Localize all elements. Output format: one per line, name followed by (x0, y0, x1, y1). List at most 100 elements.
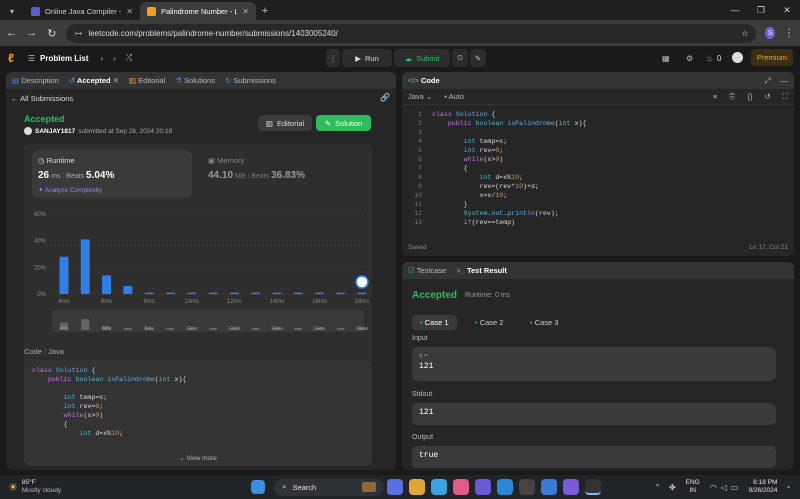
site-info-icon[interactable]: ⊶ (74, 29, 82, 38)
edge-icon[interactable] (497, 479, 514, 495)
format-icon[interactable]: ≡ (713, 92, 717, 101)
bookmark-star-icon[interactable]: ☆ (741, 29, 748, 38)
layout-icon[interactable]: ▦ (662, 54, 670, 63)
teams-icon[interactable] (475, 479, 492, 495)
profile-avatar[interactable]: S (765, 27, 775, 39)
windows-start-icon[interactable] (251, 480, 266, 494)
solution-button[interactable]: ✎ Solution (316, 115, 371, 131)
streak-fire-icon[interactable]: ♨ (706, 54, 713, 63)
forward-arrow-icon[interactable]: → (26, 27, 37, 39)
case-2-button[interactable]: • Case 2 (467, 315, 512, 330)
dropbox-icon[interactable]: ✤ (669, 483, 676, 492)
view-more-button[interactable]: ⌄ View more (24, 454, 372, 462)
analyze-complexity-link[interactable]: ✦ Analyze Complexity (38, 186, 102, 194)
close-icon[interactable]: ✕ (242, 7, 249, 16)
minimize-icon[interactable]: — (722, 0, 748, 20)
username-link[interactable]: SANJAY1817 (35, 128, 75, 135)
maximize-icon[interactable]: ❐ (748, 0, 774, 20)
leetcode-logo-icon[interactable]: ℓ (8, 51, 14, 65)
fullscreen-icon[interactable]: ⛶ (783, 92, 788, 102)
copilot-icon[interactable] (453, 479, 470, 495)
x-tick-label: 8ms (143, 299, 154, 305)
browser-tab-compiler[interactable]: Online Java Compiler - Program ✕ (24, 2, 140, 20)
tab-submissions[interactable]: ↻ Submissions (225, 76, 276, 85)
debug-icon[interactable]: ⋮ (326, 49, 340, 67)
prev-problem-icon[interactable]: ‹ (101, 54, 104, 63)
minimize-panel-icon[interactable]: — (781, 76, 789, 85)
tab-solutions[interactable]: ⚗ Solutions (175, 76, 215, 85)
code-line: { (432, 165, 468, 172)
close-icon[interactable]: ✕ (113, 76, 119, 85)
battery-icon[interactable]: ▭ (731, 483, 739, 492)
wifi-icon[interactable]: ◠ (710, 483, 717, 492)
submissions-icon: ↻ (224, 76, 232, 85)
app-icon[interactable] (541, 479, 558, 495)
accepted-status: Accepted (24, 114, 65, 124)
code-tab[interactable]: </> Code (408, 76, 440, 85)
user-avatar[interactable] (732, 52, 743, 63)
share-link-icon[interactable]: 🔗 (380, 93, 390, 102)
braces-icon[interactable]: {} (747, 92, 752, 101)
language-select[interactable]: Java ⌄ (408, 92, 432, 101)
line-number: 2 (418, 120, 422, 127)
problem-list-link[interactable]: Problem List (40, 54, 88, 63)
window-close-icon[interactable]: ✕ (774, 0, 800, 20)
file-explorer-icon[interactable] (409, 479, 426, 495)
tray-chevron-icon[interactable]: ⌃ (654, 483, 661, 492)
weather-widget[interactable]: 85°F Mostly cloudy (22, 479, 61, 495)
bar (80, 239, 90, 294)
cursor-position: Ln 17, Col 21 (749, 244, 788, 251)
submit-button[interactable]: ☁ Submit (394, 49, 450, 67)
volume-icon[interactable]: ◁ (721, 483, 727, 492)
edge-browser-icon[interactable] (431, 479, 448, 495)
tab-testcase[interactable]: ☑ Testcase (408, 266, 446, 275)
back-arrow-icon[interactable]: ← (6, 27, 17, 39)
language-indicator[interactable]: ENG IN (686, 479, 700, 495)
case-1-button[interactable]: • Case 1 (412, 315, 457, 330)
reset-icon[interactable]: ↺ (764, 92, 770, 101)
tab-search-icon[interactable]: ▾ (0, 2, 24, 20)
store-icon[interactable] (519, 479, 536, 495)
clock[interactable]: 8:18 PM 9/26/2024 (748, 479, 777, 495)
tab-test-result[interactable]: >_ Test Result (456, 266, 507, 275)
note-icon[interactable]: ✎ (470, 49, 486, 67)
tab-accepted[interactable]: ↺ Accepted ✕ (69, 76, 119, 85)
runtime-card[interactable]: ◷ Runtime 26 ms | Beats 5.04% ✦ Analyze … (32, 150, 192, 198)
editor-header: </> Code ⤢ — (402, 72, 794, 89)
next-problem-icon[interactable]: › (113, 54, 116, 63)
tab-description[interactable]: ▤ Description (12, 76, 59, 85)
settings-gear-icon[interactable]: ⚙ (686, 54, 693, 63)
x-tick-label: 18ms (355, 299, 370, 305)
shuffle-icon[interactable]: ⤮ (126, 53, 132, 63)
premium-button[interactable]: Premium (751, 49, 793, 66)
chrome-icon[interactable] (585, 479, 602, 495)
auto-mode[interactable]: ▪ Auto (444, 92, 464, 101)
code-editor[interactable]: class Solution { public boolean isPalind… (432, 110, 586, 227)
visual-studio-icon[interactable] (563, 479, 580, 495)
y-tick-label: 40% (34, 239, 47, 245)
description-icon: ▤ (12, 76, 20, 85)
all-submissions-link[interactable]: ← All Submissions (11, 94, 73, 103)
code-line: while(x>0) (463, 156, 504, 163)
reload-icon[interactable]: ↻ (46, 27, 57, 40)
memory-label[interactable]: ▣ Memory (208, 156, 244, 165)
code-preview-block: class Solution { public boolean isPalind… (24, 360, 372, 466)
run-button[interactable]: ▶ Run (342, 49, 392, 67)
bookmark-icon[interactable]: ⎘ (729, 92, 735, 102)
close-icon[interactable]: ✕ (126, 7, 133, 16)
taskbar-search[interactable]: ⌕ Search (274, 478, 385, 496)
line-number: 11 (414, 201, 422, 208)
weather-icon[interactable]: ☀ (8, 481, 18, 494)
new-tab-plus-icon[interactable]: + (256, 2, 274, 20)
timer-icon[interactable]: ⏲ (452, 49, 468, 67)
editorial-button[interactable]: ▥ Editorial (258, 115, 312, 131)
url-field[interactable]: ⊶ leetcode.com/problems/palindrome-numbe… (66, 23, 757, 43)
compiler-favicon-icon (31, 6, 40, 16)
browser-tab-leetcode[interactable]: Palindrome Number - LeetCode ✕ (140, 2, 256, 20)
browser-menu-icon[interactable]: ⋮ (784, 28, 794, 39)
chat-app-icon[interactable] (387, 479, 404, 495)
notification-bell-icon[interactable]: ◔ (785, 483, 790, 492)
tab-editorial[interactable]: ▥ Editorial (129, 76, 165, 85)
case-3-button[interactable]: • Case 3 (522, 315, 567, 330)
expand-icon[interactable]: ⤢ (765, 76, 771, 86)
